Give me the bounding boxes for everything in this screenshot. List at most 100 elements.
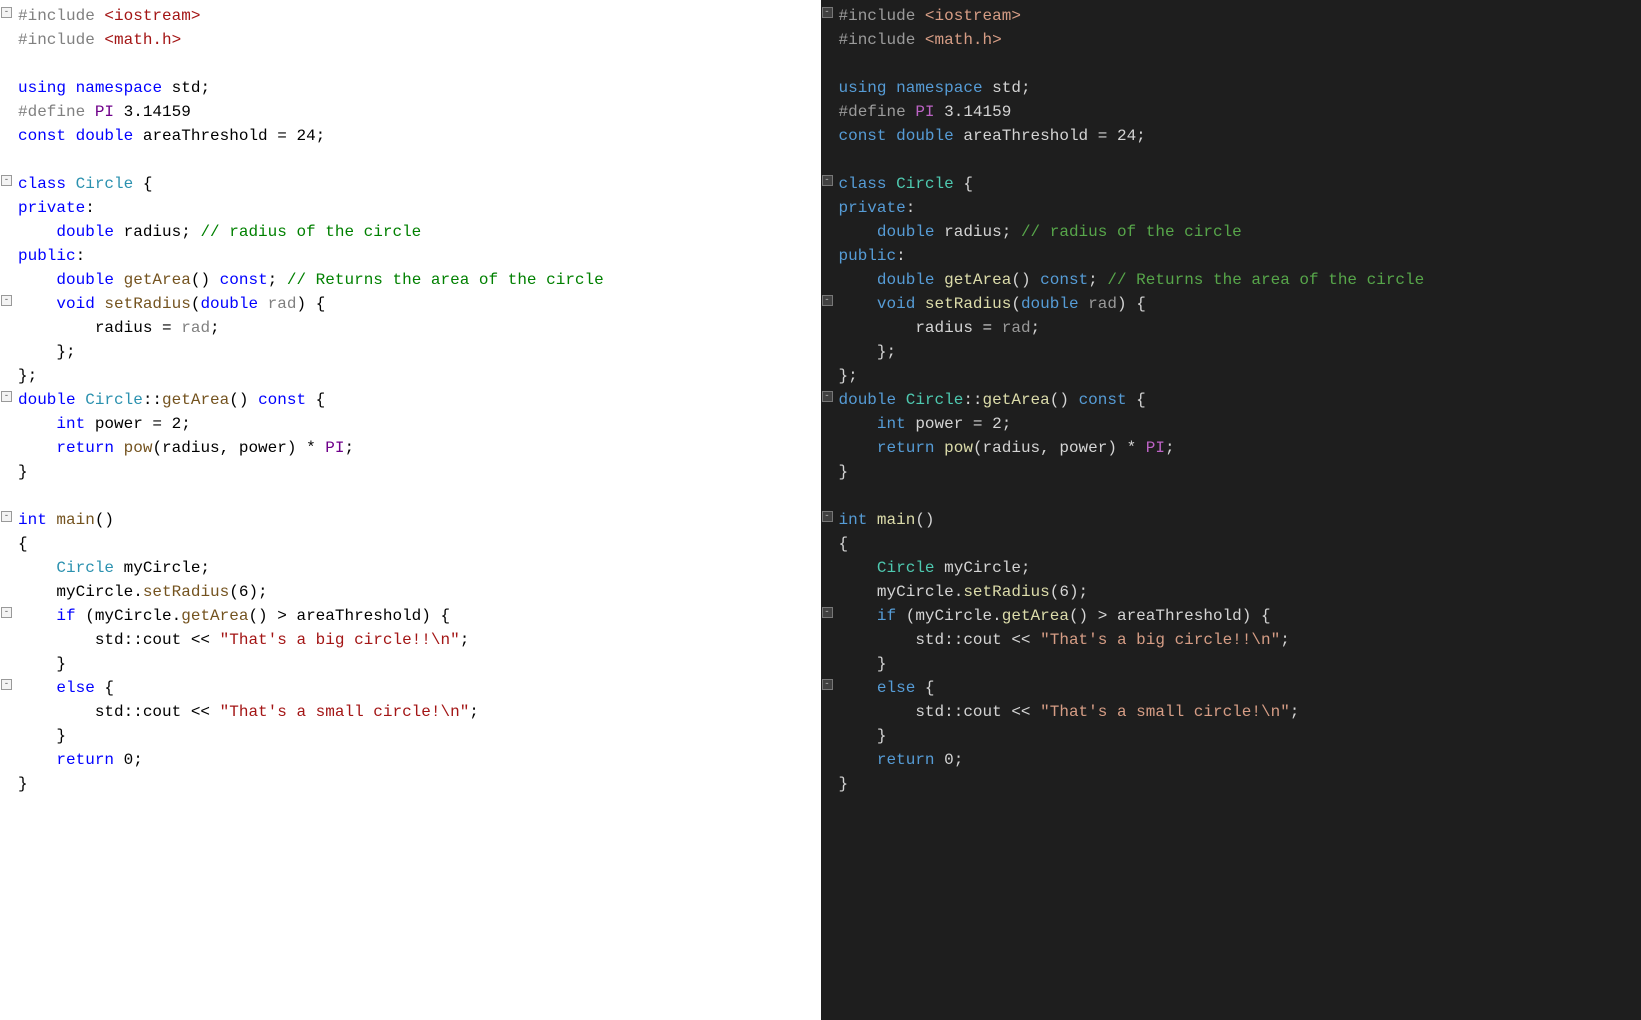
code-token [887, 79, 897, 97]
code-token: Circle [85, 391, 143, 409]
code-token: int [877, 415, 906, 433]
code-line[interactable]: } [821, 460, 1641, 484]
code-line[interactable]: int power = 2; [0, 412, 821, 436]
code-line[interactable]: - if (myCircle.getArea() > areaThreshold… [821, 604, 1641, 628]
fold-toggle-icon[interactable]: - [1, 295, 12, 306]
fold-toggle-icon[interactable]: - [822, 679, 833, 690]
fold-toggle-icon[interactable]: - [822, 391, 833, 402]
fold-toggle-icon[interactable]: - [1, 679, 12, 690]
code-line[interactable]: Circle myCircle; [0, 556, 821, 580]
code-token: double [56, 223, 114, 241]
fold-toggle-icon[interactable]: - [1, 607, 12, 618]
code-line[interactable]: - if (myCircle.getArea() > areaThreshold… [0, 604, 821, 628]
code-line[interactable]: std::cout << "That's a small circle!\n"; [0, 700, 821, 724]
code-line[interactable]: private: [0, 196, 821, 220]
code-line[interactable]: -int main() [0, 508, 821, 532]
code-line[interactable]: private: [821, 196, 1641, 220]
code-line[interactable]: -double Circle::getArea() const { [821, 388, 1641, 412]
code-line[interactable]: - else { [821, 676, 1641, 700]
code-token [1079, 295, 1089, 313]
code-line[interactable]: -double Circle::getArea() const { [0, 388, 821, 412]
code-line[interactable]: } [821, 724, 1641, 748]
code-line[interactable]: double radius; // radius of the circle [0, 220, 821, 244]
code-line[interactable]: std::cout << "That's a big circle!!\n"; [821, 628, 1641, 652]
code-line[interactable]: radius = rad; [0, 316, 821, 340]
code-line[interactable]: return pow(radius, power) * PI; [821, 436, 1641, 460]
code-line[interactable]: { [0, 532, 821, 556]
code-line[interactable]: double getArea() const; // Returns the a… [0, 268, 821, 292]
code-line[interactable]: - void setRadius(double rad) { [0, 292, 821, 316]
code-line[interactable]: } [821, 652, 1641, 676]
code-line[interactable]: }; [821, 364, 1641, 388]
code-line[interactable]: public: [0, 244, 821, 268]
fold-toggle-icon[interactable]: - [822, 175, 833, 186]
code-line[interactable]: }; [821, 340, 1641, 364]
code-line[interactable]: } [821, 772, 1641, 796]
code-token: setRadius [925, 295, 1011, 313]
fold-toggle-icon[interactable]: - [1, 511, 12, 522]
code-line[interactable]: myCircle.setRadius(6); [821, 580, 1641, 604]
code-token [935, 439, 945, 457]
code-token: rad [181, 319, 210, 337]
code-line[interactable]: #define PI 3.14159 [0, 100, 821, 124]
code-token: myCircle; [935, 559, 1031, 577]
code-line[interactable]: } [0, 724, 821, 748]
code-token: public [18, 247, 76, 265]
editor-light-pane[interactable]: -#include <iostream> #include <math.h> u… [0, 0, 821, 1020]
code-line[interactable] [0, 52, 821, 76]
code-line[interactable] [821, 52, 1641, 76]
fold-toggle-icon[interactable]: - [822, 295, 833, 306]
code-line[interactable]: return 0; [821, 748, 1641, 772]
code-line[interactable]: -#include <iostream> [0, 4, 821, 28]
code-line[interactable] [0, 484, 821, 508]
code-line[interactable]: #include <math.h> [821, 28, 1641, 52]
code-line[interactable]: }; [0, 364, 821, 388]
code-line[interactable]: const double areaThreshold = 24; [0, 124, 821, 148]
code-line[interactable]: -int main() [821, 508, 1641, 532]
code-line[interactable]: public: [821, 244, 1641, 268]
fold-toggle-icon[interactable]: - [822, 511, 833, 522]
code-line[interactable]: } [0, 652, 821, 676]
code-token: void [56, 295, 94, 313]
code-line[interactable]: double getArea() const; // Returns the a… [821, 268, 1641, 292]
code-line[interactable]: myCircle.setRadius(6); [0, 580, 821, 604]
fold-toggle-icon[interactable]: - [822, 607, 833, 618]
code-line[interactable]: #define PI 3.14159 [821, 100, 1641, 124]
code-line[interactable]: int power = 2; [821, 412, 1641, 436]
code-token: Circle [76, 175, 134, 193]
code-line[interactable] [821, 484, 1641, 508]
code-line[interactable]: { [821, 532, 1641, 556]
code-line[interactable]: - void setRadius(double rad) { [821, 292, 1641, 316]
code-token: Circle [56, 559, 114, 577]
code-token: setRadius [104, 295, 190, 313]
code-line[interactable]: -#include <iostream> [821, 4, 1641, 28]
code-token [887, 127, 897, 145]
fold-toggle-icon[interactable]: - [822, 7, 833, 18]
code-line[interactable] [821, 148, 1641, 172]
code-line[interactable]: }; [0, 340, 821, 364]
fold-toggle-icon[interactable]: - [1, 175, 12, 186]
code-line[interactable]: using namespace std; [0, 76, 821, 100]
code-line[interactable]: Circle myCircle; [821, 556, 1641, 580]
code-line[interactable]: return 0; [0, 748, 821, 772]
fold-toggle-icon[interactable]: - [1, 391, 12, 402]
code-line[interactable]: radius = rad; [821, 316, 1641, 340]
code-line[interactable]: double radius; // radius of the circle [821, 220, 1641, 244]
code-line[interactable]: std::cout << "That's a small circle!\n"; [821, 700, 1641, 724]
code-line[interactable]: - else { [0, 676, 821, 700]
code-line[interactable]: return pow(radius, power) * PI; [0, 436, 821, 460]
code-token: Circle [896, 175, 954, 193]
code-line[interactable]: const double areaThreshold = 24; [821, 124, 1641, 148]
code-line[interactable] [0, 148, 821, 172]
code-line[interactable]: } [0, 460, 821, 484]
code-token: ; [1280, 631, 1290, 649]
fold-toggle-icon[interactable]: - [1, 7, 12, 18]
code-line[interactable]: } [0, 772, 821, 796]
code-line[interactable]: using namespace std; [821, 76, 1641, 100]
code-line[interactable]: std::cout << "That's a big circle!!\n"; [0, 628, 821, 652]
editor-dark-pane[interactable]: -#include <iostream> #include <math.h> u… [821, 0, 1641, 1020]
code-line[interactable]: -class Circle { [0, 172, 821, 196]
code-line[interactable]: #include <math.h> [0, 28, 821, 52]
code-line[interactable]: -class Circle { [821, 172, 1641, 196]
code-token: (myCircle. [896, 607, 1002, 625]
